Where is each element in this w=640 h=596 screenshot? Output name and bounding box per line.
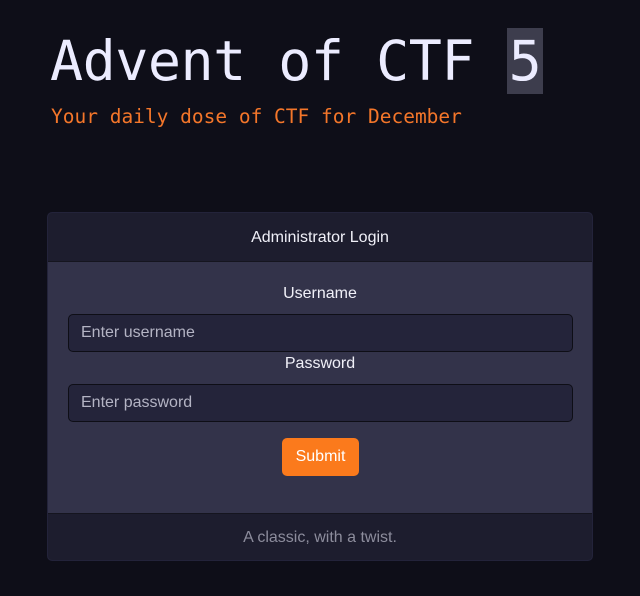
password-label: Password (284, 355, 356, 372)
day-number-badge: 5 (506, 28, 544, 94)
login-card-footer: A classic, with a twist. (48, 513, 592, 560)
page-subtitle: Your daily dose of CTF for December (51, 105, 462, 128)
page: Advent of CTF 5 Your daily dose of CTF f… (0, 0, 640, 596)
page-title: Advent of CTF 5 (50, 28, 544, 94)
username-label: Username (283, 285, 357, 302)
submit-button[interactable]: Submit (282, 438, 359, 476)
login-form: Username Password Submit (48, 262, 592, 513)
title-text: Advent of CTF (50, 29, 507, 93)
password-input[interactable] (68, 384, 573, 422)
login-card-header: Administrator Login (48, 213, 592, 262)
username-input[interactable] (68, 314, 573, 352)
login-card: Administrator Login Username Password Su… (47, 212, 593, 561)
